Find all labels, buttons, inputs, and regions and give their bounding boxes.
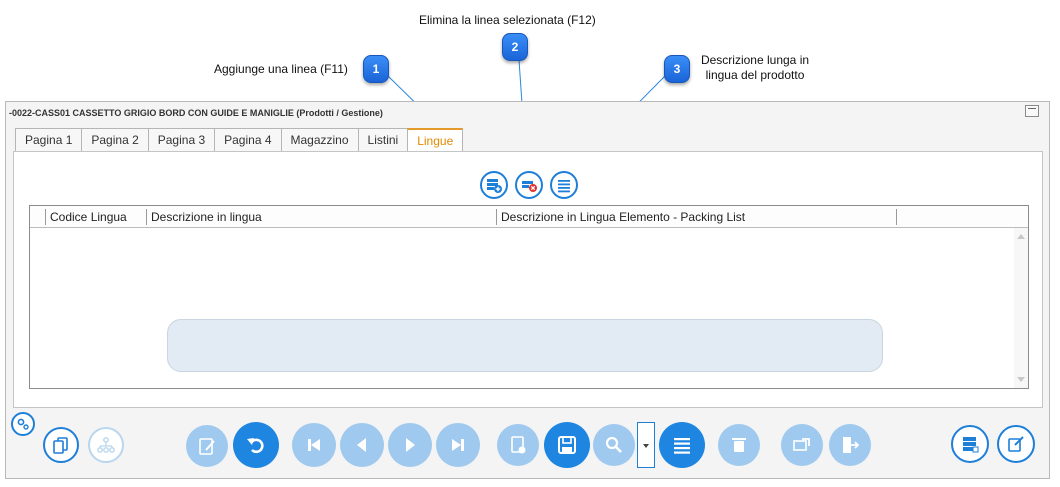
tab-magazzino[interactable]: Magazzino (280, 128, 358, 152)
search-options-dropdown[interactable] (637, 422, 655, 468)
last-record-button[interactable] (436, 423, 480, 467)
copy-document-icon (53, 437, 68, 454)
column-descrizione-packing-list[interactable]: Descrizione in Lingua Elemento - Packing… (497, 206, 745, 228)
long-description-icon (558, 180, 570, 193)
tab-bar: Pagina 1 Pagina 2 Pagina 3 Pagina 4 Maga… (15, 128, 464, 152)
new-document-button[interactable] (497, 424, 539, 466)
tab-pagina-1[interactable]: Pagina 1 (15, 128, 82, 152)
previous-record-icon (357, 438, 366, 452)
callout-1-text: Aggiunge una linea (F11) (214, 62, 348, 76)
add-row-icon (487, 179, 502, 193)
hierarchy-icon (97, 437, 115, 453)
next-record-button[interactable] (388, 423, 432, 467)
callout-2-text: Elimina la linea selezionata (F12) (419, 13, 596, 27)
undo-button[interactable] (233, 422, 279, 468)
settings-gear-icon (17, 418, 29, 430)
settings-button[interactable] (11, 412, 35, 436)
table-icon (963, 437, 979, 453)
last-record-icon (452, 439, 464, 451)
tab-pagina-4[interactable]: Pagina 4 (214, 128, 281, 152)
maximize-button[interactable] (1025, 105, 1039, 117)
edit-button[interactable] (186, 425, 228, 467)
edit-document-button[interactable] (997, 425, 1035, 463)
tab-lingue[interactable]: Lingue (407, 128, 464, 152)
search-icon (605, 436, 622, 453)
save-icon (558, 436, 576, 454)
search-button[interactable] (593, 424, 635, 466)
delete-row-icon (522, 181, 537, 192)
next-record-icon (406, 438, 415, 452)
table-view-button[interactable] (951, 425, 989, 463)
hierarchy-button[interactable] (88, 427, 124, 463)
new-document-icon (511, 436, 526, 454)
product-window: -0022-CASS01 CASSETTO GRIGIO BORD CON GU… (5, 101, 1050, 479)
tab-listini[interactable]: Listini (357, 128, 408, 152)
column-codice-lingua[interactable]: Codice Lingua (46, 206, 127, 228)
record-navigation-bar (167, 319, 883, 372)
column-descrizione-in-lingua[interactable]: Descrizione in lingua (147, 206, 262, 228)
list-menu-button[interactable] (659, 422, 705, 468)
callout-1-badge: 1 (363, 55, 389, 83)
scroll-down-arrow-icon[interactable] (1017, 377, 1025, 382)
delete-row-button[interactable] (515, 171, 543, 199)
save-button[interactable] (544, 422, 590, 468)
long-description-button[interactable] (550, 171, 578, 199)
export-button[interactable] (781, 424, 823, 466)
previous-record-button[interactable] (340, 423, 384, 467)
callout-3-text-line2: lingua del prodotto (705, 68, 805, 82)
exit-button[interactable] (829, 424, 871, 466)
copy-document-button[interactable] (43, 427, 79, 463)
column-separator (896, 209, 897, 225)
undo-icon (247, 438, 264, 454)
callout-3-text-line1: Descrizione lunga in (700, 53, 810, 67)
delete-button[interactable] (718, 424, 760, 466)
export-icon (793, 438, 810, 451)
window-title: -0022-CASS01 CASSETTO GRIGIO BORD CON GU… (9, 108, 383, 118)
delete-icon (732, 438, 746, 452)
grid-header: Codice Lingua Descrizione in lingua Desc… (30, 206, 1028, 228)
first-record-icon (308, 439, 320, 451)
callout-3-text: Descrizione lunga in lingua del prodotto (692, 53, 818, 83)
grid-vertical-scrollbar[interactable] (1014, 228, 1028, 388)
callout-2-badge: 2 (502, 33, 528, 61)
edit-icon (199, 438, 215, 455)
scroll-up-arrow-icon[interactable] (1017, 234, 1025, 239)
list-menu-icon (674, 438, 690, 454)
tab-pagina-2[interactable]: Pagina 2 (81, 128, 148, 152)
edit-document-icon (1008, 436, 1024, 452)
exit-icon (843, 437, 860, 453)
callout-3-badge: 3 (664, 55, 690, 83)
first-record-button[interactable] (292, 423, 336, 467)
add-row-button[interactable] (480, 171, 508, 199)
tab-pagina-3[interactable]: Pagina 3 (147, 128, 215, 152)
